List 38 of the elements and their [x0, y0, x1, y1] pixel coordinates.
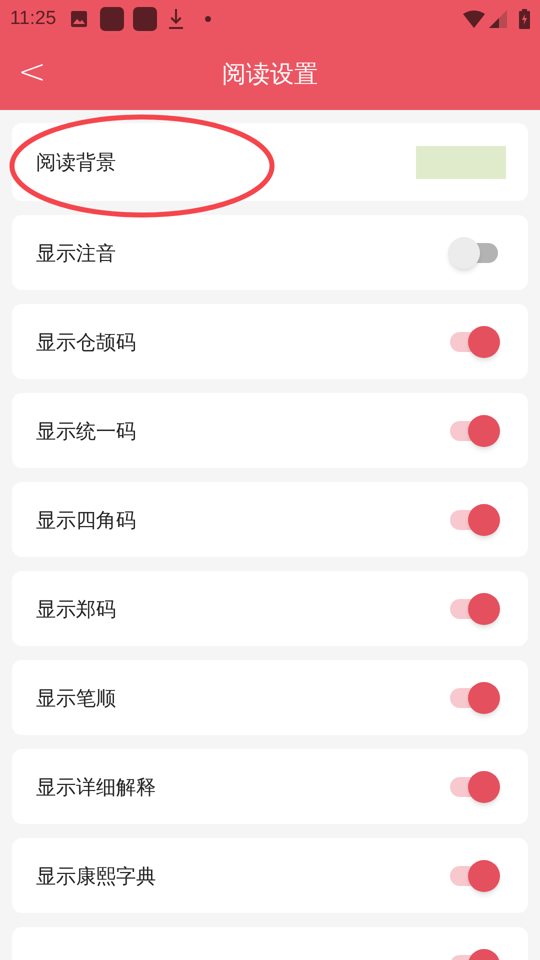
setting-label: 显示郑码	[36, 596, 116, 622]
color-swatch[interactable]	[416, 146, 506, 178]
setting-card[interactable]: 显示仓颉码	[12, 304, 528, 379]
toggle-switch[interactable]	[448, 770, 500, 804]
setting-card[interactable]: 显示统一码	[12, 393, 528, 468]
toggle-switch[interactable]	[448, 680, 500, 714]
toggle-switch[interactable]	[448, 592, 500, 626]
setting-label: 显示详细解释	[36, 774, 156, 800]
toggle-switch[interactable]	[448, 858, 500, 892]
dot-icon	[205, 16, 212, 22]
setting-label: 显示笔顺	[36, 684, 116, 712]
setting-card[interactable]: 显示注音	[12, 215, 528, 290]
toggle-switch[interactable]	[448, 236, 500, 270]
setting-card[interactable]: 显示笔顺	[12, 660, 528, 735]
setting-label: 显示仓颉码	[36, 328, 136, 356]
download-icon	[167, 8, 186, 30]
setting-label: 显示四角码	[36, 506, 136, 534]
signal-icon	[489, 10, 507, 28]
setting-card[interactable]: 显示四角码	[12, 482, 528, 557]
setting-label: 阅读背景	[36, 149, 116, 176]
setting-card[interactable]: 显示郑码	[12, 571, 528, 646]
page-title: 阅读设置	[222, 59, 318, 90]
back-button[interactable]: <	[16, 52, 48, 92]
toggle-switch[interactable]	[448, 414, 500, 448]
toggle-switch[interactable]	[448, 502, 500, 536]
image-icon	[70, 10, 88, 28]
setting-label: 显示康熙字典	[36, 862, 156, 890]
app-icon	[100, 7, 124, 31]
app-icon	[133, 7, 158, 31]
setting-card[interactable]: 显示康熙字典	[12, 838, 528, 913]
status-time: 11:25	[10, 6, 56, 31]
battery-icon	[519, 9, 530, 29]
toggle-switch[interactable]	[448, 324, 500, 358]
setting-label: 显示统一码	[36, 418, 136, 444]
setting-card[interactable]: 显示详细解释	[12, 749, 528, 824]
setting-card[interactable]: 阅读背景	[12, 123, 528, 201]
setting-label: 显示注音	[36, 240, 116, 266]
wifi-icon	[463, 10, 485, 28]
